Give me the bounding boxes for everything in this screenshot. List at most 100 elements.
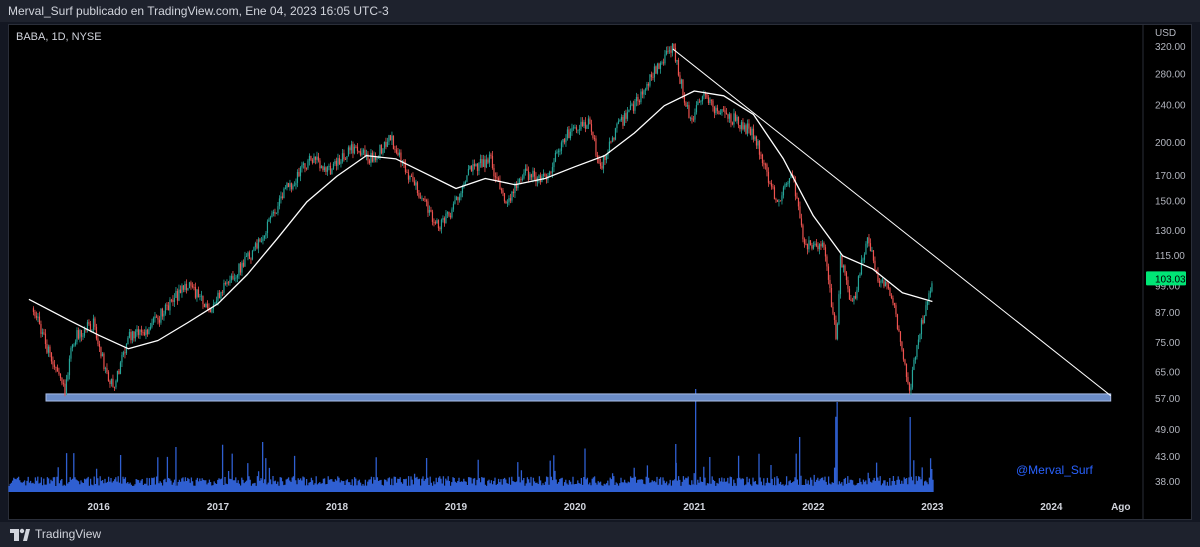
candle-body	[386, 141, 389, 147]
candle-body	[461, 187, 464, 194]
candle-body	[284, 187, 287, 189]
candle-body	[292, 185, 294, 190]
candle-body	[878, 281, 881, 283]
candle-body	[931, 283, 933, 292]
candle-body	[220, 292, 222, 299]
candle-body	[407, 172, 410, 180]
candle-body	[106, 368, 108, 373]
candle-body	[154, 316, 156, 319]
candle-body	[341, 153, 344, 162]
candle-body	[518, 178, 521, 183]
candle-body	[796, 196, 798, 198]
candle-body	[833, 313, 836, 320]
candle-body	[278, 198, 281, 207]
candle-body	[817, 245, 819, 250]
candle-body	[359, 151, 362, 156]
candle-body	[482, 159, 485, 167]
candle-body	[223, 283, 225, 293]
candle-body	[226, 282, 228, 284]
candle-body	[100, 347, 102, 357]
candle-body	[457, 196, 459, 201]
candle-body	[601, 165, 603, 169]
candle-body	[218, 292, 221, 299]
candle-body	[746, 123, 749, 134]
x-tick-label: 2022	[802, 502, 825, 513]
candle-body	[581, 121, 584, 126]
candle-body	[221, 292, 224, 293]
candle-body	[184, 283, 186, 290]
candle-body	[40, 324, 42, 334]
candle-body	[761, 154, 764, 164]
candle-body	[137, 329, 140, 335]
candle-body	[670, 50, 672, 53]
candle-body	[752, 128, 755, 140]
candle-body	[838, 294, 840, 324]
candle-body	[421, 198, 423, 200]
candle-body	[326, 166, 329, 172]
candle-body	[146, 329, 149, 335]
candle-body	[692, 119, 695, 121]
candle-body	[253, 247, 255, 251]
candle-body	[716, 107, 719, 111]
candle-body	[910, 387, 912, 391]
candle-body	[721, 109, 723, 113]
candle-body	[323, 167, 326, 171]
candle-body	[679, 75, 681, 84]
tradingview-logo[interactable]: TradingView	[10, 527, 101, 541]
candle-body	[434, 222, 437, 224]
candle-body	[188, 282, 191, 289]
candle-body	[217, 292, 219, 301]
candle-body	[772, 186, 774, 188]
candle-body	[356, 146, 359, 152]
footer-bar: TradingView	[0, 522, 1200, 547]
candle-body	[883, 280, 885, 287]
candle-body	[845, 272, 848, 281]
candle-body	[335, 160, 338, 166]
candle-body	[625, 113, 627, 119]
price-chart[interactable]: 320.00 280.00 240.00 200.00 170.00 150.00 130.…	[0, 0, 1200, 547]
candle-body	[424, 198, 426, 201]
candle-body	[578, 129, 581, 131]
candle-body	[782, 187, 785, 196]
candle-body	[371, 152, 374, 162]
candle-body	[809, 240, 812, 246]
candle-body	[418, 192, 420, 198]
candle-body	[194, 287, 197, 298]
candle-body	[67, 375, 69, 380]
candle-body	[491, 156, 494, 169]
candle-body	[124, 352, 126, 354]
candle-body	[538, 175, 540, 179]
candle-body	[361, 152, 363, 156]
candle-body	[355, 146, 357, 148]
candle-body	[136, 329, 138, 332]
candle-body	[77, 330, 80, 339]
candle-body	[731, 122, 734, 125]
candle-body	[635, 96, 638, 102]
candle-body	[310, 155, 312, 160]
candle-body	[623, 113, 626, 126]
candle-body	[110, 378, 113, 385]
candle-body	[856, 290, 858, 299]
candle-body	[898, 328, 900, 332]
candle-body	[362, 149, 365, 153]
candle-body	[406, 172, 408, 173]
candle-body	[92, 318, 95, 330]
candle-body	[868, 237, 870, 244]
candle-body	[881, 280, 884, 282]
candle-body	[652, 77, 654, 78]
candle-body	[560, 142, 563, 151]
candle-body	[533, 170, 536, 177]
candle-body	[556, 151, 558, 153]
candle-body	[245, 256, 248, 258]
candle-body	[698, 101, 701, 103]
candle-body	[907, 376, 909, 384]
x-tick-label: 2023	[921, 502, 944, 513]
candle-body	[251, 250, 254, 260]
candle-body	[272, 211, 275, 214]
candle-body	[227, 282, 230, 284]
candle-body	[142, 331, 144, 333]
candle-body	[673, 43, 675, 48]
candle-body	[760, 154, 762, 156]
candle-body	[649, 74, 651, 86]
candle-body	[293, 185, 296, 187]
